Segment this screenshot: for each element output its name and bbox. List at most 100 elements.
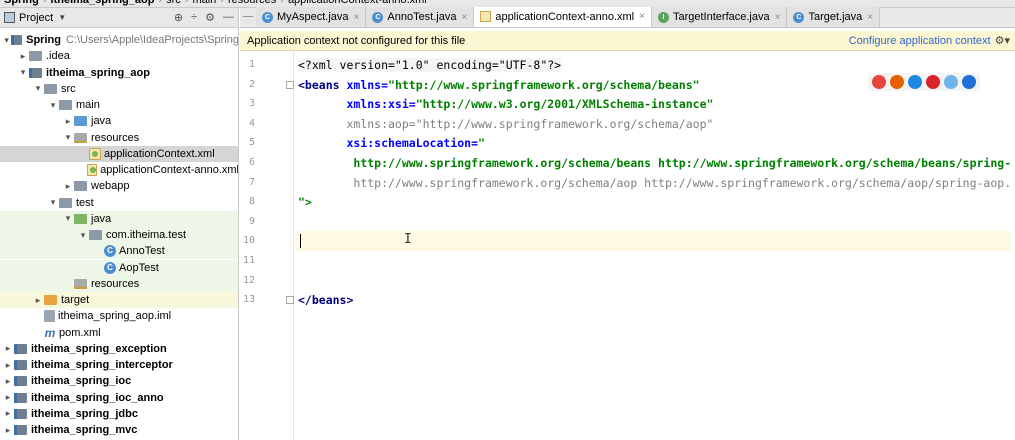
chevron-down-icon[interactable]: ▾ bbox=[2, 35, 11, 46]
breadcrumb-item[interactable]: applicationContext-anno.xml bbox=[284, 0, 431, 6]
opera-icon[interactable] bbox=[926, 75, 940, 89]
tree-item[interactable]: ▾ itheima_spring_aop bbox=[0, 65, 238, 81]
tree-item[interactable]: C AopTest bbox=[0, 259, 238, 276]
tree-item[interactable]: ▸ itheima_spring_ioc bbox=[0, 373, 238, 389]
tree-item[interactable]: ▸ .idea bbox=[0, 48, 238, 64]
chrome-icon[interactable] bbox=[872, 75, 886, 89]
code-line[interactable]: xsi:schemaLocation= " bbox=[298, 133, 485, 153]
project-icon bbox=[4, 12, 15, 23]
ie-icon[interactable] bbox=[944, 75, 958, 89]
tree-item[interactable]: ▸ itheima_spring_mvc bbox=[0, 422, 238, 438]
fold-marker-icon[interactable] bbox=[286, 296, 294, 305]
breadcrumb-item[interactable]: main bbox=[188, 0, 220, 6]
safari-icon[interactable] bbox=[908, 75, 922, 89]
tree-item[interactable]: ▾ com.itheima.test bbox=[0, 227, 238, 243]
chevron-down-icon[interactable]: ▾ bbox=[47, 197, 59, 208]
code-line[interactable]: xmlns:aop="http://www.springframework.or… bbox=[298, 114, 713, 134]
editor-tab[interactable]: C AnnoTest.java × bbox=[366, 7, 475, 27]
breadcrumb-item[interactable]: itheima_spring_aop bbox=[47, 0, 159, 6]
code-token: xsi:schemaLocation= bbox=[346, 136, 479, 151]
tree-item[interactable]: ▾ src bbox=[0, 81, 238, 97]
chevron-down-icon[interactable]: ▾ bbox=[77, 230, 89, 241]
configure-context-link[interactable]: Configure application context bbox=[849, 35, 991, 47]
tree-item-label: java bbox=[91, 115, 112, 128]
chevron-down-icon[interactable]: ▼ bbox=[58, 13, 66, 22]
code-line[interactable]: </beans> bbox=[298, 290, 353, 310]
tree-item[interactable]: ▸ target bbox=[0, 292, 238, 308]
chevron-right-icon[interactable]: ▸ bbox=[32, 295, 44, 306]
tab-label: MyAspect.java bbox=[277, 11, 349, 23]
tree-item[interactable]: ▸ itheima_spring_jdbc bbox=[0, 406, 238, 422]
gear-icon[interactable]: ⚙ bbox=[205, 11, 215, 24]
close-icon[interactable]: × bbox=[867, 12, 873, 23]
tree-item[interactable]: ▾ test bbox=[0, 195, 238, 211]
chevron-right-icon[interactable]: ▸ bbox=[2, 376, 14, 387]
breadcrumb-item[interactable]: src bbox=[162, 0, 185, 6]
code-line[interactable]: <beans xmlns= "http://www.springframework… bbox=[298, 75, 700, 95]
code-line[interactable]: xmlns:xsi= "http://www.w3.org/2001/XMLSch… bbox=[298, 94, 713, 114]
chevron-right-icon[interactable]: ▸ bbox=[62, 181, 74, 192]
tree-item[interactable]: ▸ java bbox=[0, 113, 238, 129]
tree-item[interactable]: ▸ itheima_spring_ioc_anno bbox=[0, 390, 238, 406]
chevron-down-icon[interactable]: ▾ bbox=[62, 132, 74, 143]
chevron-right-icon[interactable]: ▸ bbox=[2, 408, 14, 419]
code-line[interactable]: http://www.springframework.org/schema/be… bbox=[298, 153, 1011, 173]
tree-item[interactable]: ▾ Spring C:\Users\Apple\IdeaProjects\Sprin… bbox=[0, 32, 238, 48]
edge-icon[interactable] bbox=[962, 75, 976, 89]
chevron-right-icon[interactable]: ▸ bbox=[17, 51, 29, 62]
tree-item-label: itheima_spring_aop bbox=[46, 66, 150, 79]
collapse-all-icon[interactable]: ÷ bbox=[191, 11, 197, 24]
tree-item[interactable]: applicationContext-anno.xml bbox=[0, 162, 238, 178]
folder-icon bbox=[89, 230, 102, 240]
chevron-right-icon[interactable]: ▸ bbox=[2, 360, 14, 371]
breadcrumb-item[interactable]: resources bbox=[224, 0, 280, 6]
code-line[interactable]: "> bbox=[298, 192, 312, 212]
tree-item[interactable]: ▾ java bbox=[0, 210, 238, 227]
gear-icon[interactable]: ⚙▾ bbox=[995, 34, 1010, 47]
chevron-right-icon[interactable]: ▸ bbox=[2, 343, 14, 354]
tree-item[interactable]: ▸ webapp bbox=[0, 178, 238, 194]
code-line[interactable]: http://www.springframework.org/schema/ao… bbox=[298, 173, 1011, 193]
hide-panel-icon[interactable]: — bbox=[223, 11, 234, 24]
code-line[interactable]: <?xml version="1.0" encoding="UTF-8"?> bbox=[298, 55, 562, 75]
chevron-right-icon[interactable]: ▸ bbox=[62, 116, 74, 127]
tree-item[interactable]: m pom.xml bbox=[0, 325, 238, 341]
chevron-down-icon[interactable]: ▾ bbox=[62, 213, 74, 224]
editor-tab[interactable]: applicationContext-anno.xml × bbox=[474, 7, 652, 27]
scroll-from-source-icon[interactable]: ⊕ bbox=[174, 11, 183, 24]
editor-tab[interactable]: C MyAspect.java × bbox=[256, 7, 367, 27]
tree-item[interactable]: itheima_spring_aop.iml bbox=[0, 308, 238, 324]
tree-item[interactable]: ▸ itheima_spring_interceptor bbox=[0, 357, 238, 373]
code-line[interactable] bbox=[295, 231, 1012, 252]
code-token: <beans bbox=[298, 77, 347, 92]
tree-item[interactable]: ▾ main bbox=[0, 97, 238, 113]
chevron-right-icon[interactable]: ▸ bbox=[2, 425, 14, 436]
chevron-down-icon[interactable]: ▾ bbox=[17, 67, 29, 78]
tree-item[interactable]: resources bbox=[0, 275, 238, 292]
editor-tab[interactable]: I TargetInterface.java × bbox=[651, 7, 788, 27]
source-folder-icon bbox=[74, 116, 87, 127]
module-folder-icon bbox=[29, 67, 42, 78]
tree-item[interactable]: ▾ resources bbox=[0, 130, 238, 146]
excluded-folder-icon bbox=[44, 295, 57, 305]
close-icon[interactable]: × bbox=[461, 12, 467, 23]
chevron-down-icon[interactable]: ▾ bbox=[32, 83, 44, 94]
project-view-selector[interactable]: Project bbox=[19, 12, 53, 24]
tree-item[interactable]: ▸ itheima_spring_exception bbox=[0, 341, 238, 357]
chevron-right-icon[interactable]: ▸ bbox=[2, 392, 14, 403]
tabs-menu-icon[interactable]: — bbox=[242, 7, 254, 27]
tab-label: applicationContext-anno.xml bbox=[495, 10, 635, 23]
firefox-icon[interactable] bbox=[890, 75, 904, 89]
chevron-down-icon[interactable]: ▾ bbox=[47, 100, 59, 111]
tree-item[interactable]: applicationContext.xml bbox=[0, 145, 238, 162]
code-editor[interactable]: 1 2 3 4 5 6 7 8 9 10 11 12 13 <?xml version="1.0" en… bbox=[240, 51, 1015, 440]
close-icon[interactable]: × bbox=[775, 12, 781, 23]
editor-tab[interactable]: C Target.java × bbox=[787, 7, 881, 27]
tree-item-label: itheima_spring_aop.iml bbox=[58, 310, 172, 323]
fold-marker-icon[interactable] bbox=[286, 80, 294, 89]
close-icon[interactable]: × bbox=[639, 11, 645, 22]
close-icon[interactable]: × bbox=[354, 12, 360, 23]
tree-item[interactable]: C AnnoTest bbox=[0, 243, 238, 260]
breadcrumb-item[interactable]: Spring bbox=[0, 0, 43, 6]
